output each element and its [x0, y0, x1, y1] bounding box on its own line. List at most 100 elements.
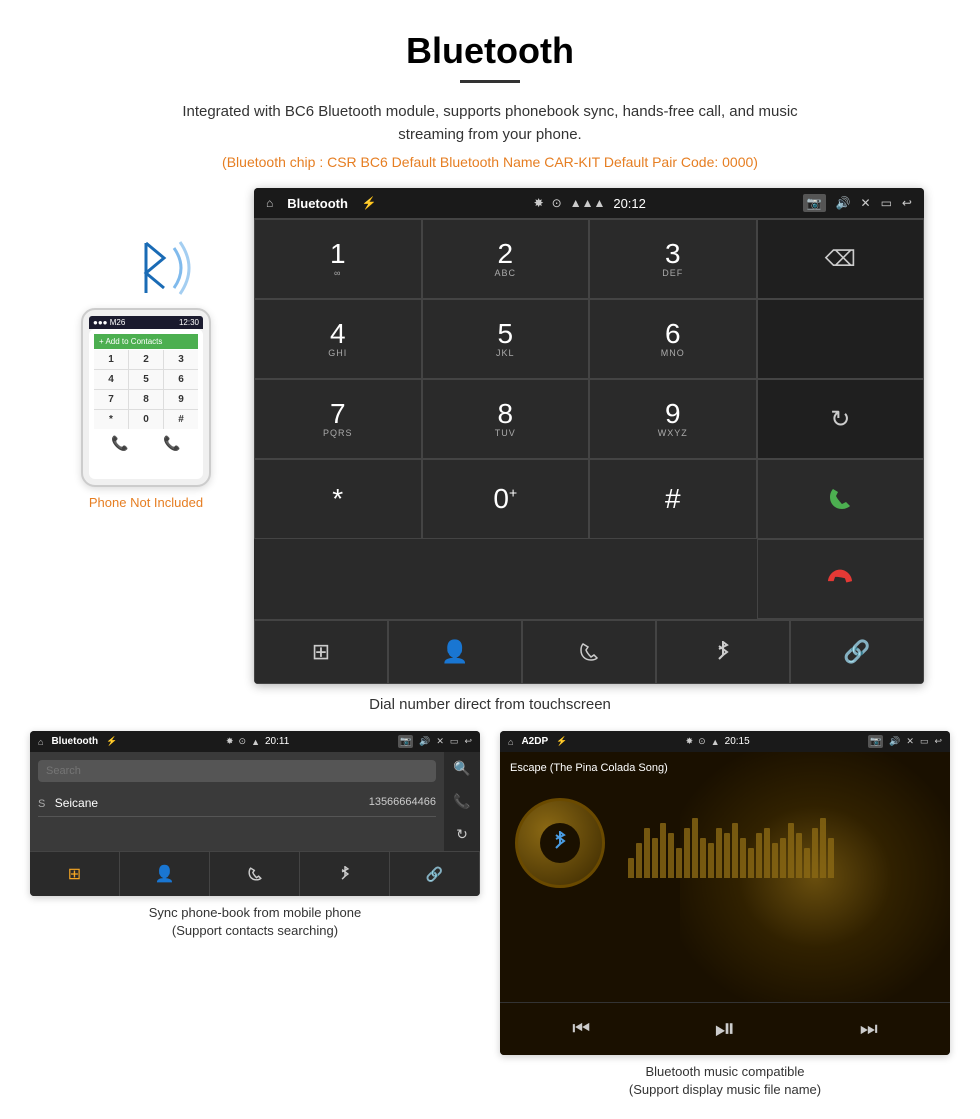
pb-back-icon[interactable]: ↩	[464, 736, 472, 747]
pb-person-icon[interactable]: 👤	[120, 852, 210, 896]
volume-icon[interactable]: 🔊	[836, 196, 851, 210]
music-home-icon[interactable]: ⌂	[508, 737, 513, 747]
dial-statusbar: ⌂ Bluetooth ⚡ ✸ ⊙ ▲▲▲ 20:12 📷 🔊 ✕ ▭ ↩	[254, 188, 924, 218]
pb-window-icon[interactable]: ▭	[450, 736, 459, 747]
pb-bt-icon: ✸	[226, 736, 234, 747]
dial-key-6[interactable]: 6MNO	[589, 299, 757, 379]
phone-key-star[interactable]: *	[94, 410, 128, 429]
back-icon[interactable]: ↩	[902, 196, 912, 210]
eq-bar	[748, 848, 754, 878]
pb-statusbar-right: 📷 🔊 ✕ ▭ ↩	[398, 735, 472, 748]
dial-icon-grid[interactable]: ⊞	[254, 620, 388, 684]
dial-time: 20:12	[613, 196, 646, 211]
dial-key-star[interactable]: *	[254, 459, 422, 539]
pb-screen-label: Bluetooth	[51, 736, 98, 747]
eq-bar	[660, 823, 666, 878]
dial-key-5[interactable]: 5JKL	[422, 299, 590, 379]
music-camera-icon[interactable]: 📷	[868, 735, 883, 748]
dial-backspace[interactable]: ⌫	[757, 219, 925, 299]
pb-phone-icon[interactable]	[210, 852, 300, 896]
music-caption: Bluetooth music compatible (Support disp…	[629, 1063, 821, 1099]
phone-key-hash[interactable]: #	[164, 410, 198, 429]
dial-key-8[interactable]: 8TUV	[422, 379, 590, 459]
pb-home-icon[interactable]: ⌂	[38, 737, 43, 747]
dial-key-1[interactable]: 1∞	[254, 219, 422, 299]
phone-key-9[interactable]: 9	[164, 390, 198, 409]
phone-key-0[interactable]: 0	[129, 410, 163, 429]
dial-key-hash[interactable]: #	[589, 459, 757, 539]
music-close-icon[interactable]: ✕	[906, 736, 914, 747]
phone-key-8[interactable]: 8	[129, 390, 163, 409]
dial-key-3[interactable]: 3DEF	[589, 219, 757, 299]
eq-bar	[708, 843, 714, 878]
pb-bt-icon	[339, 866, 351, 882]
camera-icon[interactable]: 📷	[803, 194, 826, 212]
phone-end-call[interactable]: 📞	[111, 435, 128, 452]
music-statusbar-left: ⌂ A2DP ⚡	[508, 736, 567, 747]
phone-key-4[interactable]: 4	[94, 370, 128, 389]
music-statusbar-right: 📷 🔊 ✕ ▭ ↩	[868, 735, 942, 748]
dial-icon-contacts[interactable]: 👤	[388, 620, 522, 684]
eq-bar	[772, 843, 778, 878]
dial-key-7[interactable]: 7PQRS	[254, 379, 422, 459]
close-icon[interactable]: ✕	[861, 196, 871, 210]
phonebook-search-input[interactable]	[38, 760, 436, 782]
eq-bar	[780, 838, 786, 878]
pb-call-side-icon[interactable]: 📞	[453, 793, 470, 810]
eq-bar	[820, 818, 826, 878]
phone-mockup: ●●● M26 12:30 + Add to Contacts 1 2 3 4 …	[81, 308, 211, 487]
title-underline	[460, 80, 520, 83]
music-prev-btn[interactable]: ⏮	[572, 1018, 590, 1041]
pb-signal-icon: ▲	[251, 737, 260, 747]
phone-key-6[interactable]: 6	[164, 370, 198, 389]
eq-bar	[828, 838, 834, 878]
music-play-btn[interactable]: ⏯	[715, 1013, 736, 1045]
window-icon[interactable]: ▭	[881, 196, 892, 210]
phone-contact-bar: + Add to Contacts	[94, 334, 198, 349]
music-song-title: Escape (The Pina Colada Song)	[510, 762, 668, 774]
phone-handset-icon	[578, 641, 600, 663]
music-next-btn[interactable]: ⏭	[860, 1018, 878, 1041]
dial-red-call[interactable]	[757, 539, 925, 619]
pb-bt-bottom-icon[interactable]	[300, 852, 390, 896]
dial-icon-phone[interactable]	[522, 620, 656, 684]
dial-key-0[interactable]: 0+	[422, 459, 590, 539]
home-icon[interactable]: ⌂	[266, 196, 273, 210]
music-volume-icon[interactable]: 🔊	[889, 736, 900, 747]
dial-key-9[interactable]: 9WXYZ	[589, 379, 757, 459]
music-bt-icon: ✸	[686, 736, 694, 747]
eq-bar	[804, 848, 810, 878]
dial-green-call[interactable]	[757, 459, 925, 539]
phone-call[interactable]: 📞	[163, 435, 180, 452]
phone-key-1[interactable]: 1	[94, 350, 128, 369]
eq-bar	[692, 818, 698, 878]
dial-key-4[interactable]: 4GHI	[254, 299, 422, 379]
music-album-area	[500, 778, 950, 908]
pb-sync-side-icon[interactable]: ↻	[456, 826, 468, 843]
phone-key-7[interactable]: 7	[94, 390, 128, 409]
pb-link-icon[interactable]: 🔗	[390, 852, 480, 896]
contact-letter: S Seicane	[38, 796, 98, 810]
pb-camera-icon[interactable]: 📷	[398, 735, 413, 748]
pb-volume-icon[interactable]: 🔊	[419, 736, 430, 747]
music-back-icon[interactable]: ↩	[934, 736, 942, 747]
phone-key-2[interactable]: 2	[129, 350, 163, 369]
pb-statusbar-left: ⌂ Bluetooth ⚡	[38, 736, 117, 747]
pb-search-side-icon[interactable]: 🔍	[453, 760, 470, 777]
dial-rotate[interactable]: ↻	[757, 379, 925, 459]
dial-icon-link[interactable]: 🔗	[790, 620, 924, 684]
bt-bottom-icon	[715, 641, 731, 663]
pb-grid-icon[interactable]: ⊞	[30, 852, 120, 896]
phone-key-3[interactable]: 3	[164, 350, 198, 369]
green-call-icon	[825, 484, 855, 514]
music-window-icon[interactable]: ▭	[920, 736, 929, 747]
eq-bar	[652, 838, 658, 878]
bluetooth-icon	[116, 228, 196, 308]
dial-icon-bluetooth[interactable]	[656, 620, 790, 684]
pb-close-icon[interactable]: ✕	[436, 736, 444, 747]
dial-key-2[interactable]: 2ABC	[422, 219, 590, 299]
car-dial-screen: ⌂ Bluetooth ⚡ ✸ ⊙ ▲▲▲ 20:12 📷 🔊 ✕ ▭ ↩	[254, 188, 924, 684]
contact-seicane[interactable]: S Seicane 13566664466	[38, 790, 436, 817]
phone-key-5[interactable]: 5	[129, 370, 163, 389]
eq-bars	[628, 818, 935, 878]
